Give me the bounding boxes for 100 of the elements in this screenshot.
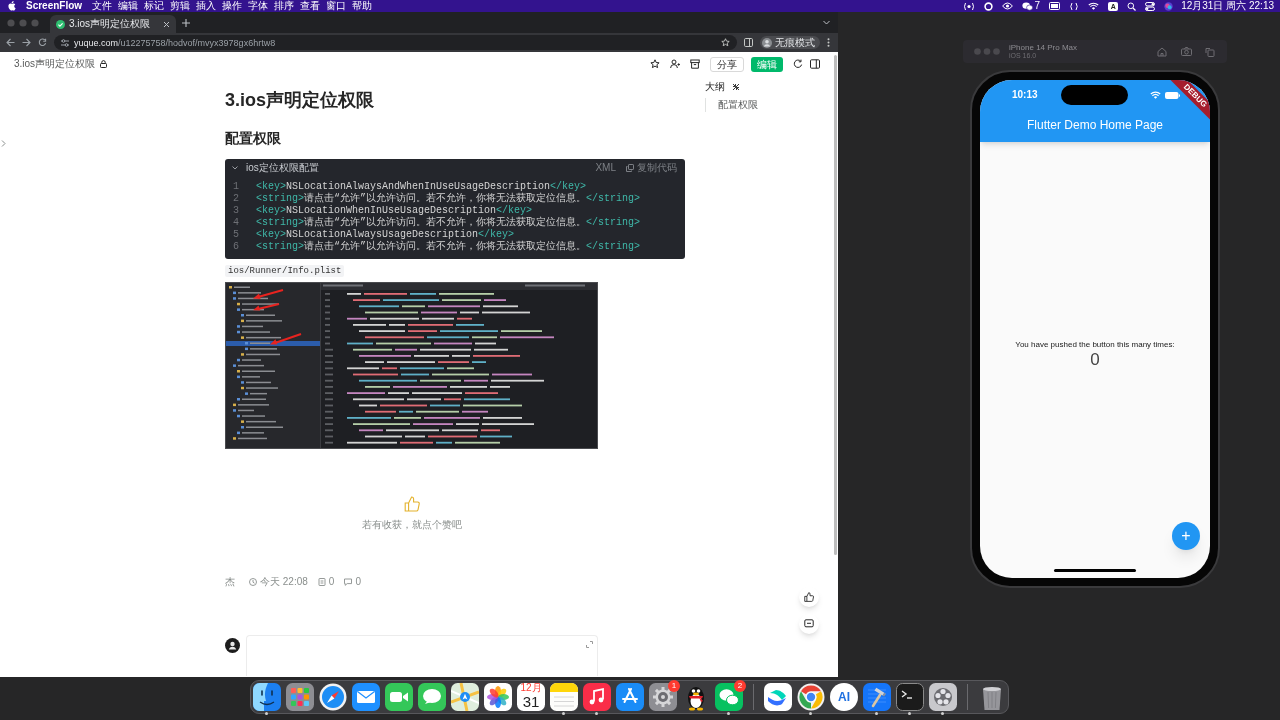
calendar-day: 31 xyxy=(522,693,540,710)
collapse-icon[interactable] xyxy=(732,83,740,91)
calendar-month: 12月 xyxy=(520,683,542,693)
line-number: 5 xyxy=(232,229,240,241)
home-icon[interactable] xyxy=(1157,46,1167,57)
menu-item[interactable]: 标记 xyxy=(144,0,165,12)
address-field[interactable]: yuque.com/u12275758/hodvof/mvyx3978gx6hrtw8 xyxy=(54,35,737,50)
menu-item[interactable]: 剪辑 xyxy=(170,0,191,12)
video-camera-icon[interactable] xyxy=(385,683,413,711)
code-block-title: ios定位权限配置 xyxy=(246,162,319,174)
ring-icon[interactable] xyxy=(983,1,993,11)
bookmark-star-icon[interactable] xyxy=(721,38,730,47)
copy-button[interactable]: 复制代码 xyxy=(626,162,677,174)
map-icon[interactable] xyxy=(451,683,479,711)
more-icon[interactable] xyxy=(827,38,830,47)
scrollbar-thumb[interactable] xyxy=(834,55,837,555)
menu-item[interactable]: 排序 xyxy=(274,0,295,12)
wifi-icon xyxy=(1150,91,1161,99)
thumbs-up-icon[interactable] xyxy=(403,496,420,512)
share-button[interactable]: 分享 xyxy=(710,56,744,72)
display-icon[interactable] xyxy=(1049,2,1061,10)
reload-icon[interactable] xyxy=(38,38,47,47)
eye-icon[interactable] xyxy=(1001,2,1013,10)
avatar-icon xyxy=(225,638,240,653)
expand-icon[interactable] xyxy=(586,641,593,648)
ai-logo-button[interactable]: AI xyxy=(830,683,858,711)
rotate-icon[interactable] xyxy=(1205,46,1215,57)
terminal-icon[interactable] xyxy=(896,683,924,711)
comment-field[interactable] xyxy=(246,635,598,676)
chevron-down-icon[interactable] xyxy=(232,166,238,170)
forward-arrow-icon[interactable] xyxy=(22,38,31,47)
back-arrow-icon[interactable] xyxy=(6,38,15,47)
sidebar-icon[interactable] xyxy=(744,38,753,47)
code-language[interactable]: XML xyxy=(595,162,616,174)
comment-button[interactable] xyxy=(799,614,819,634)
status-time: 10:13 xyxy=(1012,89,1038,101)
browser-icon[interactable] xyxy=(797,683,825,711)
camera-notch xyxy=(1061,85,1128,105)
swoosh-icon[interactable] xyxy=(764,683,792,711)
comment-count: 0 xyxy=(355,576,361,588)
close-icon[interactable] xyxy=(163,20,170,28)
gear-icon[interactable] xyxy=(649,683,677,711)
browser-tab[interactable]: 3.ios声明定位权限 xyxy=(50,15,176,33)
menu-item[interactable]: 文件 xyxy=(92,0,113,12)
chat-bubbles-icon[interactable] xyxy=(715,683,743,711)
film-reel-icon[interactable] xyxy=(929,683,957,711)
menu-item[interactable]: 插入 xyxy=(196,0,217,12)
star-icon[interactable] xyxy=(650,59,660,69)
outline-title: 大纲 xyxy=(705,81,725,93)
favicon-icon xyxy=(56,19,65,29)
search-icon[interactable] xyxy=(1127,1,1137,11)
siri-icon[interactable] xyxy=(1164,1,1174,11)
music-note-icon[interactable] xyxy=(583,683,611,711)
notepad-icon[interactable] xyxy=(550,683,578,711)
message-count: 7 xyxy=(1034,0,1041,12)
flower-icon[interactable] xyxy=(484,683,512,711)
device-name: iPhone 14 Pro Max xyxy=(1009,43,1078,52)
menu-item[interactable]: 帮助 xyxy=(352,0,373,12)
battery-icon xyxy=(1165,91,1180,99)
plus-icon[interactable] xyxy=(182,18,190,27)
code-line: <key>NSLocationAlwaysUsageDescription</key> xyxy=(256,229,515,241)
calendar-icon[interactable]: 12月 31 xyxy=(517,683,545,711)
camera-icon[interactable] xyxy=(1181,47,1192,56)
line-number: 2 xyxy=(232,193,240,205)
sidebar-toggle-icon[interactable] xyxy=(1,140,6,147)
smiling-face-icon[interactable] xyxy=(253,683,281,711)
app-grid-icon[interactable] xyxy=(286,683,314,711)
wifi-icon[interactable] xyxy=(1088,2,1100,10)
speech-bubble-icon[interactable] xyxy=(418,683,446,711)
menu-item[interactable]: 操作 xyxy=(222,0,243,12)
screen-record-icon[interactable] xyxy=(962,1,975,11)
line-number: 3 xyxy=(232,205,240,217)
user-plus-icon[interactable] xyxy=(670,59,680,69)
arcs-icon[interactable] xyxy=(1069,1,1080,11)
section-heading: 配置权限 xyxy=(225,129,281,148)
outline-item[interactable]: 配置权限 xyxy=(718,98,758,112)
refresh-icon[interactable] xyxy=(793,59,803,69)
envelope-icon[interactable] xyxy=(352,683,380,711)
clock-icon xyxy=(249,578,257,586)
tune-icon[interactable] xyxy=(61,38,69,47)
avatar-icon xyxy=(762,37,772,48)
panel-icon[interactable] xyxy=(810,59,820,69)
archive-icon[interactable] xyxy=(690,59,700,69)
menu-item[interactable]: 字体 xyxy=(248,0,269,12)
compass-icon[interactable] xyxy=(319,683,347,711)
like-button[interactable] xyxy=(799,587,819,607)
notification-badge: 2 xyxy=(734,680,746,692)
comment-icon xyxy=(344,578,353,586)
apple-logo-icon[interactable] xyxy=(8,1,16,11)
app-menu[interactable]: ScreenFlow xyxy=(26,0,83,12)
app-store-icon[interactable] xyxy=(616,683,644,711)
chevron-down-icon[interactable] xyxy=(823,20,830,25)
menu-item[interactable]: 窗口 xyxy=(326,0,347,12)
menu-item[interactable]: 编辑 xyxy=(118,0,139,12)
control-center-icon[interactable] xyxy=(1145,1,1156,11)
comment-icon xyxy=(804,619,814,629)
menu-item[interactable]: 查看 xyxy=(300,0,321,12)
chat-bubbles-icon[interactable] xyxy=(1021,1,1033,11)
profile-button[interactable]: 无痕模式 xyxy=(760,36,820,49)
hammer-icon[interactable] xyxy=(863,683,891,711)
